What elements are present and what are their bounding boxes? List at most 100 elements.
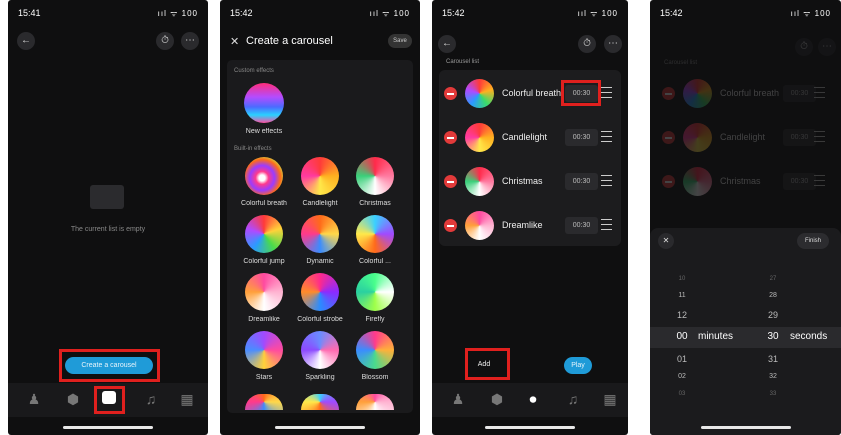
nav-music-icon[interactable]: ♫: [565, 391, 581, 407]
effect-orb-icon: [356, 331, 394, 369]
effect-firefly[interactable]: Firefly: [342, 273, 408, 323]
home-indicator: [275, 426, 365, 429]
nav-music-icon[interactable]: ♫: [143, 391, 159, 407]
duration-button[interactable]: 00:30: [565, 173, 598, 190]
page-title: Create a carousel: [246, 35, 333, 47]
nav-scene-icon[interactable]: ♟: [26, 391, 42, 407]
nav-segments-icon[interactable]: ▦: [602, 391, 618, 407]
effect-label: Christmas: [359, 200, 391, 207]
effect-orb-icon: [356, 157, 394, 195]
remove-icon[interactable]: [662, 175, 675, 188]
close-icon[interactable]: ✕: [230, 35, 239, 48]
status-icons: ııl ᯤ 100: [157, 9, 198, 18]
carousel-item-dreamlike: Dreamlike 00:30: [444, 206, 616, 246]
home-indicator: [700, 426, 791, 429]
minute-option[interactable]: 10: [668, 276, 696, 282]
finish-button[interactable]: Finish: [797, 233, 829, 249]
effect-orb-icon: [683, 167, 712, 196]
effect-colorful[interactable]: Colorful ...: [342, 215, 408, 265]
remove-icon[interactable]: [444, 131, 457, 144]
effect-orb-icon: [301, 331, 339, 369]
nav-segments-icon[interactable]: ▦: [179, 391, 195, 407]
minute-option[interactable]: 03: [668, 391, 696, 397]
nav-carousel-icon[interactable]: ⏺: [525, 391, 541, 407]
highlight-box: [561, 80, 601, 106]
carousel-item-name: Candlelight: [720, 132, 766, 142]
carousel-list-heading: Carousel list: [446, 59, 480, 65]
carousel-item-name: Colorful breath: [502, 88, 562, 98]
effect-christmas[interactable]: Christmas: [342, 157, 408, 207]
drag-handle-icon[interactable]: [814, 175, 825, 186]
drag-handle-icon[interactable]: [601, 131, 612, 142]
minute-option[interactable]: 02: [668, 373, 696, 380]
more-icon[interactable]: ⋯: [604, 35, 622, 53]
effect-orb-icon: [301, 273, 339, 311]
carousel-item-colorful-breath: Colorful breath 00:30: [662, 74, 829, 114]
duration-button[interactable]: 00:30: [783, 85, 816, 102]
minutes-label: minutes: [698, 331, 734, 342]
second-option[interactable]: 28: [759, 292, 787, 299]
duration-button[interactable]: 00:30: [783, 129, 816, 146]
drag-handle-icon[interactable]: [601, 87, 612, 98]
effect-label: Blossom: [361, 374, 389, 381]
nav-effects-icon[interactable]: ⬢: [65, 391, 81, 407]
close-icon[interactable]: ✕: [658, 233, 674, 249]
carousel-item-christmas: Christmas 00:30: [662, 162, 829, 202]
status-time: 15:41: [18, 8, 41, 18]
drag-handle-icon[interactable]: [814, 131, 825, 142]
minute-option[interactable]: 12: [668, 310, 696, 320]
duration-button[interactable]: 00:30: [565, 129, 598, 146]
nav-effects-icon[interactable]: ⬢: [489, 391, 505, 407]
new-effects-label: New effects: [245, 128, 283, 135]
drag-handle-icon[interactable]: [601, 219, 612, 230]
play-button[interactable]: Play: [564, 357, 592, 374]
effect-orb-icon: [465, 211, 494, 240]
minute-option[interactable]: 11: [668, 292, 696, 299]
second-option[interactable]: 27: [759, 276, 787, 282]
remove-icon[interactable]: [444, 87, 457, 100]
duration-button[interactable]: 00:30: [783, 173, 816, 190]
timer-icon[interactable]: ⏱: [156, 32, 174, 50]
remove-icon[interactable]: [662, 87, 675, 100]
back-arrow-icon[interactable]: ←: [17, 32, 35, 50]
status-time: 15:42: [230, 8, 253, 18]
second-option[interactable]: 33: [759, 391, 787, 397]
new-effects-item[interactable]: New effects: [231, 83, 297, 135]
effect-orb-icon: [245, 157, 283, 195]
second-option[interactable]: 29: [759, 310, 787, 320]
second-option[interactable]: 32: [759, 373, 787, 380]
nav-scene-icon[interactable]: ♟: [450, 391, 466, 407]
effect-label: Firefly: [365, 316, 385, 323]
screen-carousel-list: 15:42 ııl ᯤ 100 ← ⏱ ⋯ Carousel list Colo…: [432, 0, 628, 435]
more-icon[interactable]: ⋯: [181, 32, 199, 50]
duration-button[interactable]: 00:30: [565, 217, 598, 234]
status-bar: 15:42 ııl ᯤ 100: [442, 8, 618, 22]
status-time: 15:42: [442, 8, 465, 18]
remove-icon[interactable]: [444, 219, 457, 232]
minute-option[interactable]: 01: [668, 354, 696, 364]
status-icons: ııl ᯤ 100: [369, 9, 410, 18]
timer-icon[interactable]: ⏱: [578, 35, 596, 53]
effect-orb-icon: [465, 123, 494, 152]
drag-handle-icon[interactable]: [601, 175, 612, 186]
effect-orb-icon: [356, 273, 394, 311]
minute-option[interactable]: 00: [668, 331, 696, 342]
new-effects-orb-icon: [244, 83, 284, 123]
carousel-item-name: Christmas: [720, 176, 761, 186]
highlight-box: [94, 386, 125, 414]
save-button[interactable]: Save: [388, 34, 412, 48]
screen-duration-picker: 15:42 ııl ᯤ 100 ⏱ ⋯ Carousel list Colorf…: [650, 0, 841, 435]
bottom-nav: ♟ ⬢ ⏺ ♫ ▦: [432, 383, 628, 417]
drag-handle-icon[interactable]: [814, 87, 825, 98]
effect-blossom[interactable]: Blossom: [342, 331, 408, 381]
carousel-item-name: Candlelight: [502, 132, 548, 142]
back-arrow-icon[interactable]: ←: [438, 35, 456, 53]
builtin-effects-heading: Built-in effects: [234, 146, 272, 152]
second-option[interactable]: 30: [759, 331, 787, 342]
effect-orb-icon: [683, 79, 712, 108]
highlight-box: [59, 349, 160, 382]
second-option[interactable]: 31: [759, 354, 787, 364]
remove-icon[interactable]: [662, 131, 675, 144]
remove-icon[interactable]: [444, 175, 457, 188]
timer-icon: ⏱: [795, 38, 813, 56]
